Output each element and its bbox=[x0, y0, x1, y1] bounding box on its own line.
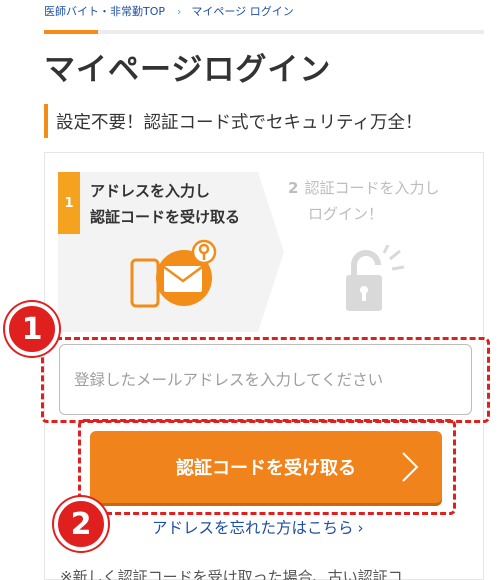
title-underline-accent bbox=[44, 30, 98, 34]
page-title: マイページログイン bbox=[44, 52, 332, 88]
step-1: 1 アドレスを入力し 認証コードを受け取る bbox=[58, 172, 286, 332]
breadcrumb-separator: › bbox=[177, 4, 182, 18]
title-underline bbox=[44, 30, 484, 34]
step-1-line1: アドレスを入力し bbox=[90, 182, 211, 200]
step-1-line2: 認証コードを受け取る bbox=[90, 208, 241, 226]
step-2-label: 2 認証コードを入力し ログイン！ bbox=[288, 175, 439, 227]
page-subtitle: 設定不要！認証コード式でセキュリティ万全！ bbox=[44, 104, 422, 138]
receive-code-button[interactable]: 認証コードを受け取る bbox=[90, 431, 442, 503]
mail-phone-icon bbox=[130, 239, 217, 308]
step-2-number: 2 bbox=[288, 179, 299, 197]
step-2-line1: 認証コードを入力し bbox=[304, 179, 440, 197]
annotation-badge-2: 2 bbox=[54, 497, 108, 551]
annotation-badge-1: 1 bbox=[5, 302, 59, 356]
receive-code-button-label: 認証コードを受け取る bbox=[176, 458, 356, 479]
page-subtitle-text: 設定不要！認証コード式でセキュリティ万全！ bbox=[56, 112, 423, 133]
step-2: 2 認証コードを入力し ログイン！ bbox=[288, 175, 478, 325]
step-1-number: 1 bbox=[58, 172, 80, 234]
breadcrumb-current: マイページ ログイン bbox=[191, 5, 294, 18]
step-1-label: アドレスを入力し 認証コードを受け取る bbox=[90, 178, 240, 230]
breadcrumb-home-link[interactable]: 医師バイト・非常勤TOP bbox=[44, 3, 165, 19]
code-note: ※新しく認証コードを受け取った場合、古い認証コ bbox=[60, 568, 403, 580]
email-input[interactable] bbox=[59, 344, 472, 415]
forgot-address-link-text: アドレスを忘れた方はこちら bbox=[152, 519, 354, 537]
forgot-address-link[interactable]: アドレスを忘れた方はこちら › bbox=[152, 516, 364, 538]
step-2-line2: ログイン！ bbox=[308, 205, 384, 223]
unlock-icon bbox=[346, 245, 405, 311]
forgot-link-chevron-icon: › bbox=[357, 519, 364, 537]
breadcrumb: 医師バイト・非常勤TOP › マイページ ログイン bbox=[44, 3, 294, 19]
chevron-right-icon bbox=[402, 452, 419, 482]
